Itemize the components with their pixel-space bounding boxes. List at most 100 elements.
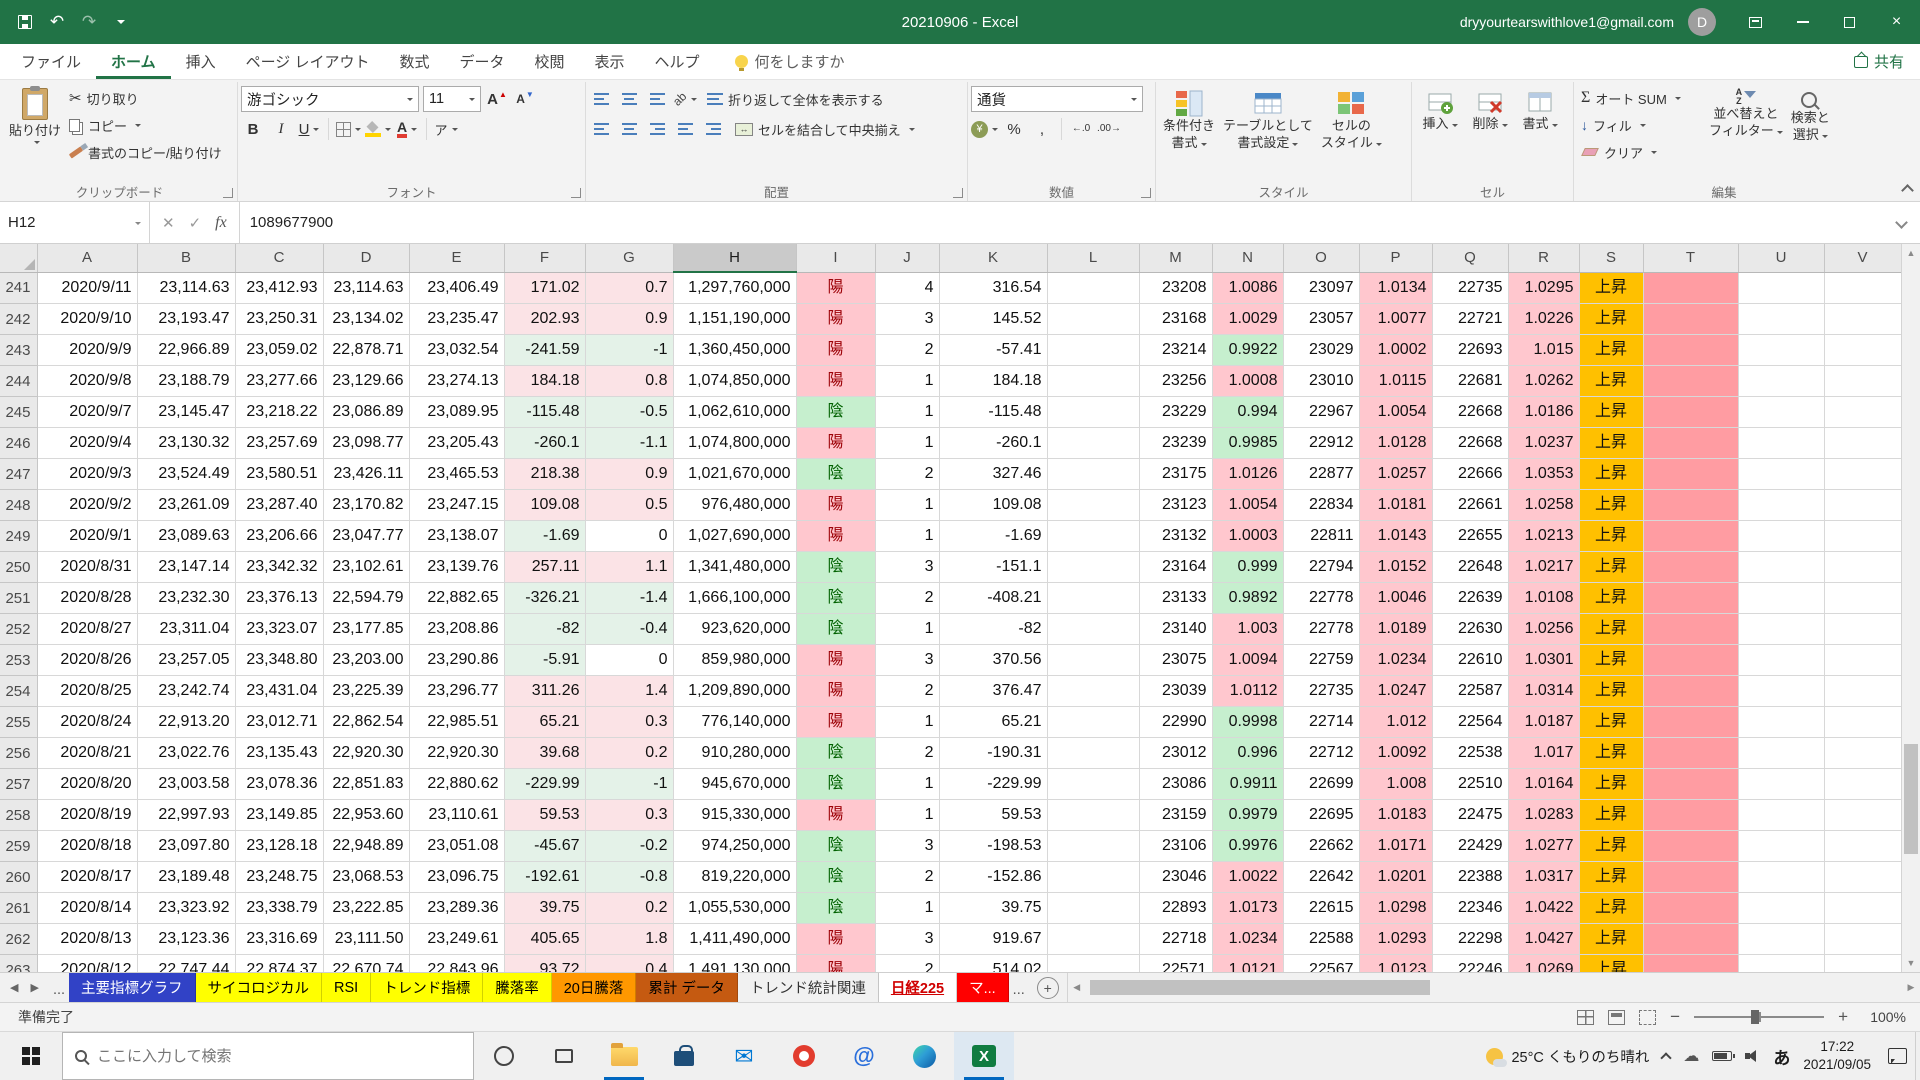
cell-Q247[interactable]: 22666 — [1432, 459, 1508, 490]
cell-O253[interactable]: 22759 — [1283, 645, 1359, 676]
scroll-left-icon[interactable]: ◀ — [1068, 982, 1086, 993]
sort-filter-button[interactable]: AZ 並べ替えとフィルター — [1705, 84, 1787, 178]
cell-I242[interactable]: 陽 — [796, 304, 875, 335]
search-input[interactable] — [97, 1048, 461, 1065]
cell-H258[interactable]: 915,330,000 — [673, 800, 796, 831]
row-header-249[interactable]: 249 — [0, 521, 37, 552]
column-header-G[interactable]: G — [585, 244, 673, 272]
cell-B248[interactable]: 23,261.09 — [137, 490, 235, 521]
normal-view-button[interactable] — [1577, 1010, 1594, 1025]
sheet-tab-20日騰落[interactable]: 20日騰落 — [552, 973, 637, 1002]
cell-N260[interactable]: 1.0022 — [1212, 862, 1283, 893]
cell-F250[interactable]: 257.11 — [504, 552, 585, 583]
cell-T242[interactable] — [1643, 304, 1738, 335]
email-app-button[interactable]: @ — [834, 1032, 894, 1080]
align-center-button[interactable] — [617, 116, 641, 142]
cell-V259[interactable] — [1824, 831, 1901, 862]
column-header-I[interactable]: I — [796, 244, 875, 272]
cell-M245[interactable]: 23229 — [1139, 397, 1212, 428]
cell-G258[interactable]: 0.3 — [585, 800, 673, 831]
cell-Q245[interactable]: 22668 — [1432, 397, 1508, 428]
cell-K243[interactable]: -57.41 — [939, 335, 1047, 366]
edge-button[interactable] — [894, 1032, 954, 1080]
cell-P244[interactable]: 1.0115 — [1359, 366, 1432, 397]
cell-R254[interactable]: 1.0314 — [1508, 676, 1579, 707]
browser-button[interactable] — [774, 1032, 834, 1080]
cell-S251[interactable]: 上昇 — [1579, 583, 1643, 614]
cell-T251[interactable] — [1643, 583, 1738, 614]
maximize-button[interactable] — [1826, 0, 1873, 44]
cell-Q258[interactable]: 22475 — [1432, 800, 1508, 831]
increase-indent-button[interactable] — [701, 116, 725, 142]
cell-B258[interactable]: 22,997.93 — [137, 800, 235, 831]
cell-N258[interactable]: 0.9979 — [1212, 800, 1283, 831]
cell-D250[interactable]: 23,102.61 — [323, 552, 409, 583]
cell-A250[interactable]: 2020/8/31 — [37, 552, 137, 583]
cell-L246[interactable] — [1047, 428, 1139, 459]
task-view-button[interactable] — [534, 1032, 594, 1080]
cell-T244[interactable] — [1643, 366, 1738, 397]
font-dialog-launcher[interactable] — [571, 188, 581, 198]
cell-T257[interactable] — [1643, 769, 1738, 800]
cell-F249[interactable]: -1.69 — [504, 521, 585, 552]
cell-J263[interactable]: 2 — [875, 955, 939, 973]
cell-R253[interactable]: 1.0301 — [1508, 645, 1579, 676]
row-header-247[interactable]: 247 — [0, 459, 37, 490]
column-header-D[interactable]: D — [323, 244, 409, 272]
cell-C247[interactable]: 23,580.51 — [235, 459, 323, 490]
cell-H244[interactable]: 1,074,850,000 — [673, 366, 796, 397]
cell-I252[interactable]: 陰 — [796, 614, 875, 645]
cell-S252[interactable]: 上昇 — [1579, 614, 1643, 645]
cell-R245[interactable]: 1.0186 — [1508, 397, 1579, 428]
cell-S261[interactable]: 上昇 — [1579, 893, 1643, 924]
cell-Q241[interactable]: 22735 — [1432, 272, 1508, 304]
cell-B253[interactable]: 23,257.05 — [137, 645, 235, 676]
cell-T259[interactable] — [1643, 831, 1738, 862]
cell-F255[interactable]: 65.21 — [504, 707, 585, 738]
cell-N241[interactable]: 1.0086 — [1212, 272, 1283, 304]
cell-G242[interactable]: 0.9 — [585, 304, 673, 335]
cell-A249[interactable]: 2020/9/1 — [37, 521, 137, 552]
qat-customize-button[interactable] — [106, 7, 136, 37]
font-color-button[interactable]: A — [395, 116, 419, 142]
cell-L256[interactable] — [1047, 738, 1139, 769]
cell-D241[interactable]: 23,114.63 — [323, 272, 409, 304]
cell-P246[interactable]: 1.0128 — [1359, 428, 1432, 459]
paste-button[interactable]: 貼り付け — [5, 84, 65, 178]
cell-G262[interactable]: 1.8 — [585, 924, 673, 955]
cell-M263[interactable]: 22571 — [1139, 955, 1212, 973]
cell-V245[interactable] — [1824, 397, 1901, 428]
hidden-icons-chevron-icon[interactable] — [1661, 1052, 1672, 1063]
currency-button[interactable]: ¥ — [971, 116, 998, 142]
cell-P263[interactable]: 1.0123 — [1359, 955, 1432, 973]
cell-A245[interactable]: 2020/9/7 — [37, 397, 137, 428]
cell-B252[interactable]: 23,311.04 — [137, 614, 235, 645]
cell-K253[interactable]: 370.56 — [939, 645, 1047, 676]
cell-G251[interactable]: -1.4 — [585, 583, 673, 614]
cell-N252[interactable]: 1.003 — [1212, 614, 1283, 645]
cell-R252[interactable]: 1.0256 — [1508, 614, 1579, 645]
copy-button[interactable]: コピー — [69, 113, 222, 137]
cell-V254[interactable] — [1824, 676, 1901, 707]
cell-D247[interactable]: 23,426.11 — [323, 459, 409, 490]
cell-I260[interactable]: 陰 — [796, 862, 875, 893]
cell-J255[interactable]: 1 — [875, 707, 939, 738]
cell-Q251[interactable]: 22639 — [1432, 583, 1508, 614]
cell-O257[interactable]: 22699 — [1283, 769, 1359, 800]
find-select-button[interactable]: 検索と選択 — [1787, 84, 1834, 178]
conditional-formatting-button[interactable]: 条件付き書式 — [1159, 84, 1219, 178]
cell-J256[interactable]: 2 — [875, 738, 939, 769]
cell-E245[interactable]: 23,089.95 — [409, 397, 504, 428]
cell-B249[interactable]: 23,089.63 — [137, 521, 235, 552]
cell-M248[interactable]: 23123 — [1139, 490, 1212, 521]
cell-D243[interactable]: 22,878.71 — [323, 335, 409, 366]
cell-T248[interactable] — [1643, 490, 1738, 521]
cell-A262[interactable]: 2020/8/13 — [37, 924, 137, 955]
cell-O248[interactable]: 22834 — [1283, 490, 1359, 521]
horizontal-scroll-thumb[interactable] — [1090, 980, 1430, 995]
cell-E249[interactable]: 23,138.07 — [409, 521, 504, 552]
cell-N247[interactable]: 1.0126 — [1212, 459, 1283, 490]
cell-Q253[interactable]: 22610 — [1432, 645, 1508, 676]
cell-J262[interactable]: 3 — [875, 924, 939, 955]
cell-H254[interactable]: 1,209,890,000 — [673, 676, 796, 707]
